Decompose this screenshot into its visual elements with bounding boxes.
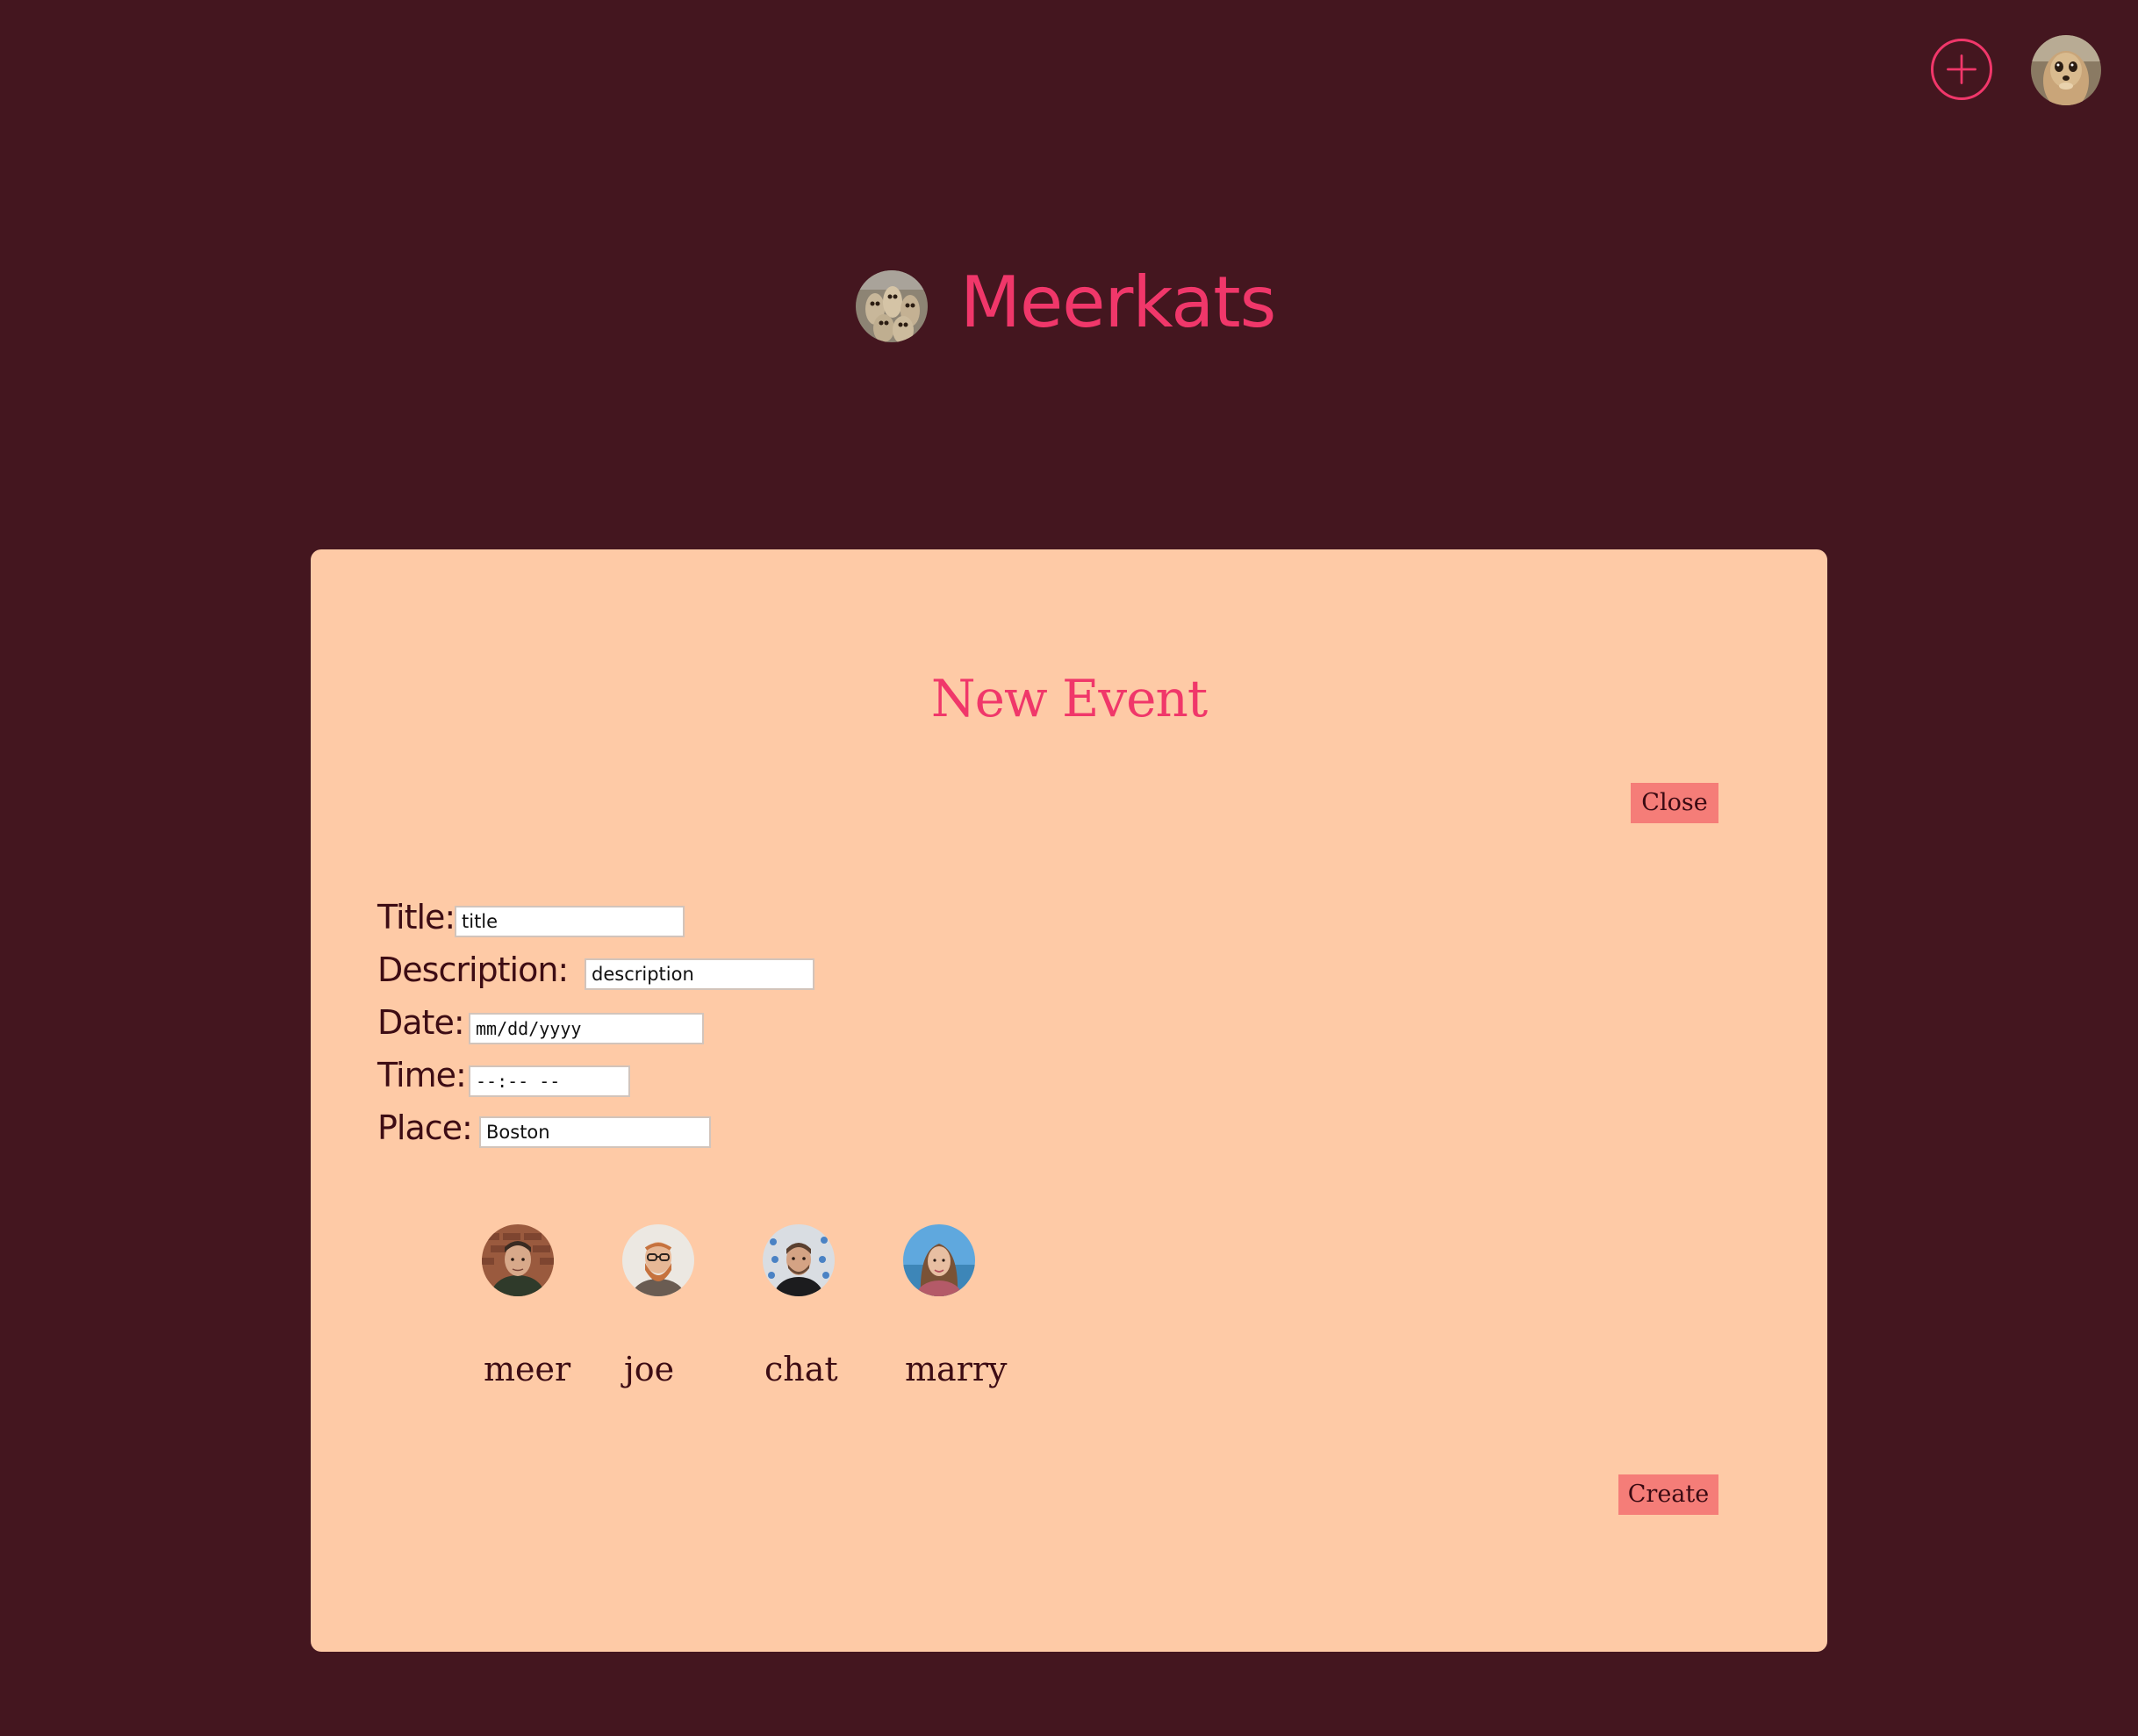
member-avatar-marry[interactable] xyxy=(903,1224,975,1296)
group-name: Meerkats xyxy=(960,262,1276,343)
place-label: Place: xyxy=(377,1108,473,1147)
member-avatar-joe[interactable] xyxy=(622,1224,694,1296)
add-event-button[interactable] xyxy=(1931,39,1992,100)
person-avatar-icon xyxy=(622,1224,694,1296)
description-label: Description: xyxy=(377,950,569,989)
time-field[interactable]: --:-- -- xyxy=(469,1065,630,1097)
close-button[interactable]: Close xyxy=(1631,783,1718,823)
meerkats-group-icon xyxy=(856,270,928,342)
title-field[interactable]: title xyxy=(455,906,685,937)
date-field[interactable]: mm/dd/yyyy xyxy=(469,1013,704,1044)
time-label: Time: xyxy=(377,1056,467,1094)
member-avatar-chat[interactable] xyxy=(763,1224,835,1296)
date-label: Date: xyxy=(377,1003,465,1042)
member-name-meer: meer xyxy=(484,1350,571,1388)
person-avatar-icon xyxy=(903,1224,975,1296)
person-avatar-icon xyxy=(482,1224,554,1296)
plus-circle-icon xyxy=(1947,54,1977,84)
user-avatar[interactable] xyxy=(2031,35,2101,105)
member-name-marry: marry xyxy=(905,1350,1008,1388)
group-logo xyxy=(856,270,928,342)
title-label: Title: xyxy=(377,898,456,936)
place-field[interactable]: Boston xyxy=(479,1116,711,1148)
member-avatar-meer[interactable] xyxy=(482,1224,554,1296)
description-field[interactable]: description xyxy=(585,958,814,990)
member-name-joe: joe xyxy=(624,1350,675,1388)
create-button[interactable]: Create xyxy=(1618,1474,1718,1515)
member-name-chat: chat xyxy=(764,1350,838,1388)
meerkat-avatar-icon xyxy=(2031,35,2101,105)
new-event-modal: New Event Close Create xyxy=(311,549,1827,1652)
modal-title: New Event xyxy=(930,669,1208,728)
person-avatar-icon xyxy=(763,1224,835,1296)
